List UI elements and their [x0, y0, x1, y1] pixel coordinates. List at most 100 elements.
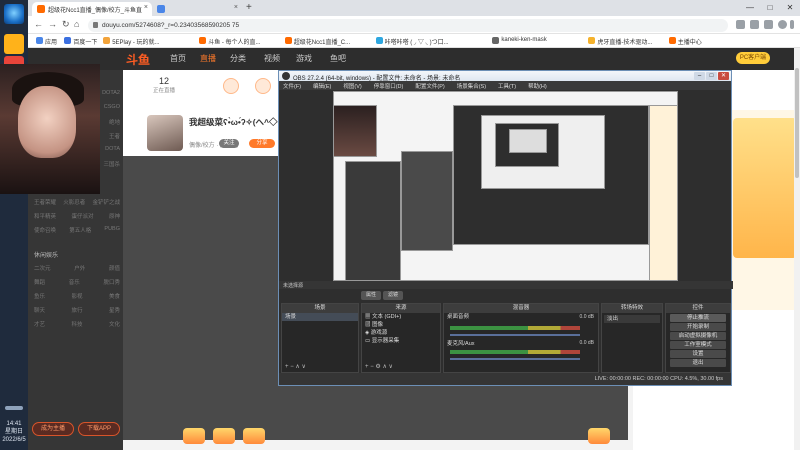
forward-button[interactable]: →	[48, 19, 57, 29]
page-scrollbar[interactable]	[794, 48, 800, 450]
stop-streaming-button[interactable]: 停止推流	[670, 314, 726, 322]
source-item[interactable]: ▦ 文本 (GDI+)	[362, 313, 440, 321]
douyu-logo[interactable]: 斗鱼	[126, 51, 150, 68]
studio-mode-button[interactable]: 工作室模式	[670, 341, 726, 349]
bookmark-item[interactable]: 应用	[36, 37, 57, 46]
nav-home[interactable]: 首页	[170, 53, 186, 64]
obs-menu-item[interactable]: 帮助(H)	[528, 82, 547, 90]
obs-menu-item[interactable]: 文件(F)	[283, 82, 301, 90]
obs-menu-item[interactable]: 停靠窗口(D)	[374, 82, 404, 90]
leftnav-category-link[interactable]: 三国杀	[103, 160, 120, 168]
taskbar-clock[interactable]: 14:41 星期日 2022/6/5	[0, 420, 28, 444]
start-recording-button[interactable]: 开始录制	[670, 323, 726, 331]
stat-icon[interactable]	[255, 78, 271, 94]
pc-client-button[interactable]: PC客户端	[736, 52, 770, 64]
leftnav-category-link[interactable]: 原神	[109, 212, 120, 220]
obs-close-button[interactable]: ✕	[718, 72, 729, 80]
leftnav-category-link[interactable]: 火影忍者	[63, 198, 85, 206]
start-virtual-camera-button[interactable]: 启动虚拟摄像机	[670, 332, 726, 340]
share-button[interactable]: 分享	[249, 139, 275, 148]
source-item[interactable]: ▨ 图像	[362, 321, 440, 329]
leftnav-category-link[interactable]: 影视	[71, 292, 82, 300]
add-scene-icon[interactable]: +	[285, 364, 289, 370]
leftnav-category-link[interactable]: 旅行	[71, 306, 82, 314]
close-window-button[interactable]: ✕	[780, 0, 800, 16]
bookmark-item[interactable]: 虎牙直播-技术驱动...	[588, 37, 652, 46]
menu-kebab-icon[interactable]	[790, 20, 794, 29]
leftnav-category-link[interactable]: 王者	[109, 132, 120, 140]
reload-button[interactable]: ↻	[62, 19, 70, 30]
bookmark-item[interactable]: kaneki-ken-mask	[492, 37, 547, 44]
minimize-button[interactable]: —	[740, 0, 760, 16]
leftnav-category-link[interactable]: 和平精英	[34, 212, 56, 220]
bookmark-item[interactable]: 百度一下	[64, 37, 97, 46]
extensions-icon[interactable]	[764, 20, 773, 29]
scrollbar-thumb[interactable]	[795, 68, 799, 178]
leftnav-category-link[interactable]: 第五人格	[69, 226, 91, 234]
nav-yuba[interactable]: 鱼吧	[330, 53, 346, 64]
download-app-button[interactable]: 下载APP	[78, 422, 120, 436]
stat-live[interactable]: 12 正在直播	[153, 76, 175, 94]
leftnav-category-link[interactable]: 二次元	[34, 264, 51, 272]
leftnav-category-link[interactable]: 绝地	[109, 118, 120, 126]
obs-preview-canvas[interactable]	[333, 91, 678, 281]
maximize-button[interactable]: □	[760, 0, 780, 16]
leftnav-category-link[interactable]: 户外	[74, 264, 85, 272]
gift-item[interactable]	[213, 428, 235, 444]
obs-menu-item[interactable]: 编辑(E)	[313, 82, 331, 90]
source-item[interactable]: ◈ 游戏源	[362, 329, 440, 337]
bookmark-star-icon[interactable]	[750, 20, 759, 29]
properties-button[interactable]: 属性	[361, 291, 382, 300]
gift-item[interactable]	[243, 428, 265, 444]
obs-titlebar[interactable]: OBS 27.2.4 (64-bit, windows) - 配置文件: 未命名…	[279, 71, 731, 82]
address-bar[interactable]: douyu.com/5274608?_r=0.23403568590205 75	[88, 19, 728, 32]
obs-maximize-button[interactable]: □	[706, 72, 717, 80]
leftnav-section-title[interactable]: 休闲娱乐	[34, 250, 58, 259]
browser-tab-active[interactable]: 超级花Ncc1直播_偶像/校方_斗鱼直 ×	[32, 2, 152, 16]
system-tray[interactable]	[5, 406, 23, 410]
source-settings-icon[interactable]: ⚙	[375, 364, 380, 370]
leftnav-category-link[interactable]: 脱口秀	[103, 278, 120, 286]
leftnav-category-link[interactable]: CSGO	[104, 104, 120, 112]
gift-item[interactable]	[588, 428, 610, 444]
move-down-icon[interactable]: ∨	[301, 364, 305, 370]
taskbar-app-icon[interactable]	[4, 34, 24, 54]
leftnav-category-link[interactable]: DOTA	[105, 146, 120, 154]
obs-menu-item[interactable]: 场景集合(S)	[457, 82, 486, 90]
obs-menu-item[interactable]: 工具(T)	[498, 82, 516, 90]
scene-item[interactable]: 场景	[282, 313, 358, 321]
move-up-icon[interactable]: ∧	[382, 364, 386, 370]
leftnav-category-link[interactable]: 科技	[71, 320, 82, 328]
start-button[interactable]	[4, 4, 24, 24]
settings-button[interactable]: 设置	[670, 350, 726, 358]
source-item[interactable]: ▭ 显示器采集	[362, 337, 440, 345]
leftnav-category-link[interactable]: 颜值	[109, 264, 120, 272]
leftnav-category-link[interactable]: 文化	[109, 320, 120, 328]
add-source-icon[interactable]: +	[365, 364, 369, 370]
desktop-volume-slider[interactable]	[450, 334, 580, 336]
leftnav-category-link[interactable]: DOTA2	[102, 90, 120, 98]
leftnav-category-link[interactable]: 舞蹈	[34, 278, 45, 286]
back-button[interactable]: ←	[34, 19, 43, 29]
remove-scene-icon[interactable]: −	[290, 364, 294, 370]
move-up-icon[interactable]: ∧	[295, 364, 299, 370]
remove-source-icon[interactable]: −	[370, 364, 374, 370]
follow-button[interactable]: 关注	[219, 139, 239, 148]
nav-game[interactable]: 游戏	[296, 53, 312, 64]
leftnav-category-link[interactable]: 王者荣耀	[34, 198, 56, 206]
bookmark-item[interactable]: 主播中心	[668, 37, 702, 46]
leftnav-category-link[interactable]: 音乐	[69, 278, 80, 286]
leftnav-category-link[interactable]: 聊天	[34, 306, 45, 314]
nav-category[interactable]: 分类	[230, 53, 246, 64]
gift-item[interactable]	[183, 428, 205, 444]
become-streamer-button[interactable]: 成为主播	[32, 422, 74, 436]
leftnav-category-link[interactable]: 星秀	[109, 306, 120, 314]
bookmark-item[interactable]: 超级花Ncc1直播_C...	[284, 37, 350, 46]
home-button[interactable]: ⌂	[74, 19, 79, 29]
close-tab-icon[interactable]: ×	[144, 4, 148, 11]
profile-avatar[interactable]	[778, 20, 787, 29]
nav-live[interactable]: 直播	[200, 53, 216, 64]
streamer-avatar[interactable]	[147, 115, 183, 151]
share-icon[interactable]	[736, 20, 745, 29]
transition-select[interactable]: 淡出	[604, 315, 660, 323]
